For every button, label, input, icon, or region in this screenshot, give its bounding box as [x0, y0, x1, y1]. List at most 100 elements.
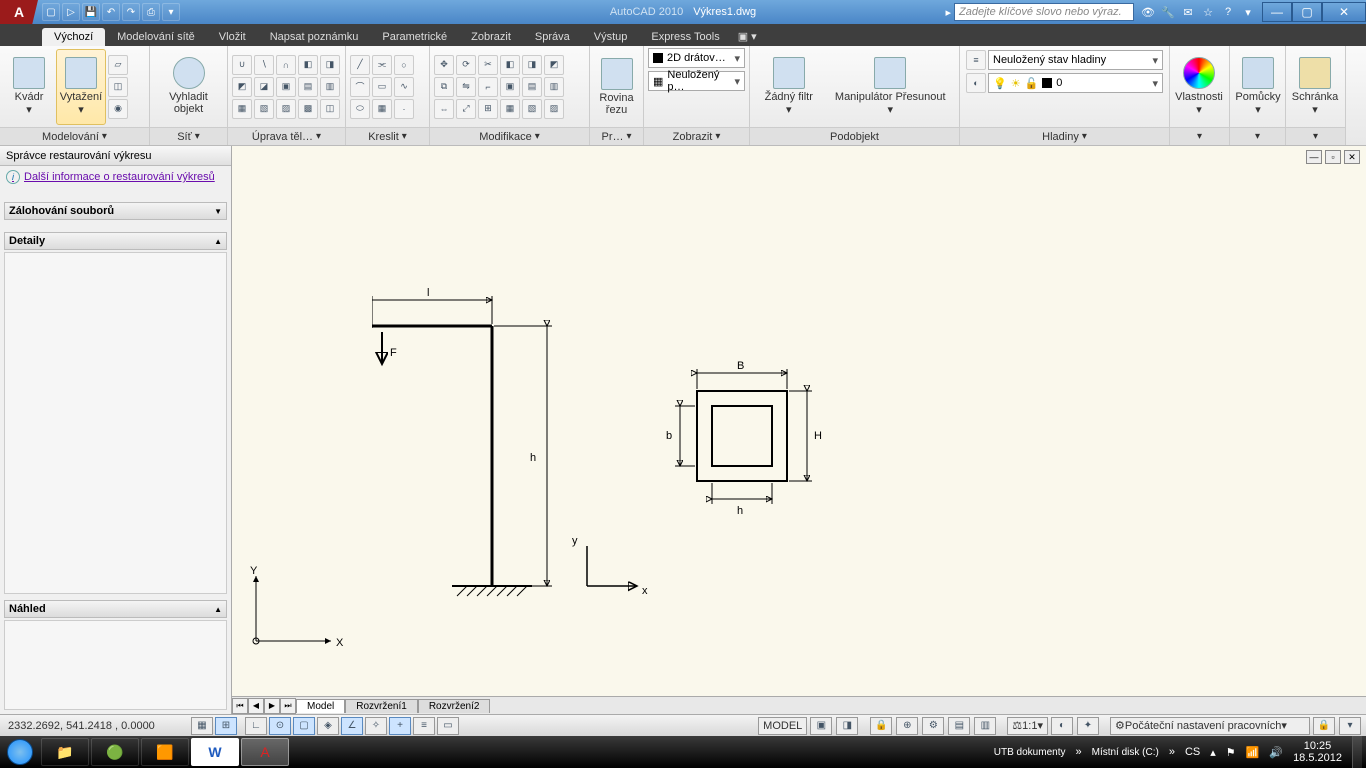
tab-express[interactable]: Express Tools	[639, 28, 731, 46]
se-icon[interactable]: ▣	[276, 77, 296, 97]
search-input[interactable]: Zadejte klíčové slovo nebo výraz.	[954, 3, 1134, 21]
sb-lock-icon[interactable]: 🔒	[870, 717, 892, 735]
m-icon[interactable]: ▦	[500, 99, 520, 119]
subtract-icon[interactable]: ∖	[254, 55, 274, 75]
sb-icon[interactable]: ✦	[1077, 717, 1099, 735]
gizmo-button[interactable]: Manipulátor Přesunout▾	[830, 49, 950, 125]
arc-icon[interactable]: ⌒	[350, 77, 370, 97]
tab-nav-next[interactable]: ▶	[264, 698, 280, 714]
rect-icon[interactable]: ▭	[372, 77, 392, 97]
union-icon[interactable]: ∪	[232, 55, 252, 75]
tab-nav-last[interactable]: ⏭	[280, 698, 296, 714]
ortho-toggle[interactable]: ∟	[245, 717, 267, 735]
tab-vystup[interactable]: Výstup	[582, 28, 640, 46]
m-icon[interactable]: ▣	[500, 77, 520, 97]
utilities-button[interactable]: Pomůcky▾	[1234, 49, 1282, 125]
tab-poznamka[interactable]: Napsat poznámku	[258, 28, 371, 46]
move-icon[interactable]: ✥	[434, 55, 454, 75]
layerstate-combo[interactable]: Neuložený stav hladiny▾	[988, 50, 1163, 70]
tab-sprava[interactable]: Správa	[523, 28, 582, 46]
snap-toggle[interactable]: ▦	[191, 717, 213, 735]
binoculars-icon[interactable]: 👁	[1140, 6, 1156, 19]
stretch-icon[interactable]: ⇔	[434, 99, 454, 119]
ellipse-icon[interactable]: ⬭	[350, 99, 370, 119]
show-desktop[interactable]	[1352, 736, 1362, 768]
ducs-toggle[interactable]: ✧	[365, 717, 387, 735]
m-icon[interactable]: ◩	[544, 55, 564, 75]
spline-icon[interactable]: ∿	[394, 77, 414, 97]
volume-icon[interactable]: 🔊	[1269, 746, 1283, 759]
se-icon[interactable]: ◫	[320, 99, 340, 119]
drawing-canvas[interactable]: l F h y x	[232, 146, 1366, 696]
drm-section-backup[interactable]: Zálohování souborů▼	[4, 202, 227, 220]
qat-print-icon[interactable]: ⎙	[142, 3, 160, 21]
m-icon[interactable]: ◨	[522, 55, 542, 75]
task-chrome[interactable]: 🟢	[91, 738, 139, 766]
task-autocad[interactable]: A	[241, 738, 289, 766]
pin-utb[interactable]: UTB dokumenty	[994, 747, 1066, 758]
se-icon[interactable]: ▦	[232, 99, 252, 119]
layer-combo[interactable]: 💡 ☀ 🔓 0▾	[988, 73, 1163, 93]
grid-toggle[interactable]: ⊞	[215, 717, 237, 735]
polyline-icon[interactable]: ⫘	[372, 55, 392, 75]
qat-redo-icon[interactable]: ↷	[122, 3, 140, 21]
task-explorer[interactable]: 📁	[41, 738, 89, 766]
m-icon[interactable]: ▥	[544, 77, 564, 97]
m-icon[interactable]: ▨	[544, 99, 564, 119]
mirror-icon[interactable]: ⇋	[456, 77, 476, 97]
circle-icon[interactable]: ○	[394, 55, 414, 75]
intersect-icon[interactable]: ∩	[276, 55, 296, 75]
m-icon[interactable]: ▤	[522, 77, 542, 97]
extrude-button[interactable]: Vytažení▾	[56, 49, 106, 125]
annoscale[interactable]: ⚖ 1:1 ▾	[1007, 717, 1048, 735]
pin-disk[interactable]: Místní disk (C:)	[1092, 747, 1159, 758]
se-icon[interactable]: ◩	[232, 77, 252, 97]
qp-toggle[interactable]: ▭	[437, 717, 459, 735]
polar-toggle[interactable]: ⊙	[269, 717, 291, 735]
task-word[interactable]: W	[191, 738, 239, 766]
tab-vlozit[interactable]: Vložit	[207, 28, 258, 46]
layer-icon[interactable]: ◐	[966, 73, 986, 93]
presspull-icon[interactable]: ◫	[108, 77, 128, 97]
chevron-down-icon[interactable]: ▾	[1240, 6, 1256, 19]
tab-vychozi[interactable]: Výchozí	[42, 28, 105, 46]
m-icon[interactable]: ◧	[500, 55, 520, 75]
qat-undo-icon[interactable]: ↶	[102, 3, 120, 21]
drm-section-details[interactable]: Detaily▲	[4, 232, 227, 250]
task-media[interactable]: 🟧	[141, 738, 189, 766]
copy-icon[interactable]: ⧉	[434, 77, 454, 97]
network-icon[interactable]: 📶	[1246, 746, 1260, 759]
m-icon[interactable]: ▧	[522, 99, 542, 119]
se-icon[interactable]: ▨	[276, 99, 296, 119]
app-logo[interactable]: A	[0, 0, 38, 24]
rotate-icon[interactable]: ⟳	[456, 55, 476, 75]
start-button[interactable]	[0, 736, 40, 768]
comm-icon[interactable]: ✉	[1180, 6, 1196, 19]
maximize-button[interactable]: ▢	[1292, 2, 1322, 22]
drm-info-link[interactable]: iDalší informace o restaurování výkresů	[0, 166, 231, 188]
sectionplane-button[interactable]: Rovina řezu	[594, 49, 639, 125]
qat-save-icon[interactable]: 💾	[82, 3, 100, 21]
sb-icon[interactable]: ▣	[810, 717, 832, 735]
tab-zobrazit[interactable]: Zobrazit	[459, 28, 523, 46]
qat-open-icon[interactable]: ▷	[62, 3, 80, 21]
tab-modelovani-site[interactable]: Modelování sítě	[105, 28, 207, 46]
tray-up-icon[interactable]: ▴	[1210, 746, 1216, 759]
tab-model[interactable]: Model	[296, 699, 345, 713]
box-button[interactable]: Kvádr▾	[4, 49, 54, 125]
se-icon[interactable]: ◨	[320, 55, 340, 75]
flag-icon[interactable]: ⚑	[1226, 746, 1236, 759]
osnap-toggle[interactable]: ▢	[293, 717, 315, 735]
sb-icon[interactable]: ▥	[974, 717, 996, 735]
polysolid-icon[interactable]: ▱	[108, 55, 128, 75]
sb-tray-icon[interactable]: ▾	[1339, 717, 1361, 735]
workspace-combo[interactable]: ⚙ Počáteční nastavení pracovních ▾	[1110, 717, 1310, 735]
otrack-toggle[interactable]: ∠	[341, 717, 363, 735]
tab-layout2[interactable]: Rozvržení2	[418, 699, 491, 713]
star-icon[interactable]: ☆	[1200, 6, 1216, 19]
tab-nav-first[interactable]: ⏮	[232, 698, 248, 714]
fillet-icon[interactable]: ⌐	[478, 77, 498, 97]
coordinates[interactable]: 2332.2692, 541.2418 , 0.0000	[0, 720, 190, 732]
properties-button[interactable]: Vlastnosti▾	[1174, 49, 1224, 125]
dyn-toggle[interactable]: +	[389, 717, 411, 735]
